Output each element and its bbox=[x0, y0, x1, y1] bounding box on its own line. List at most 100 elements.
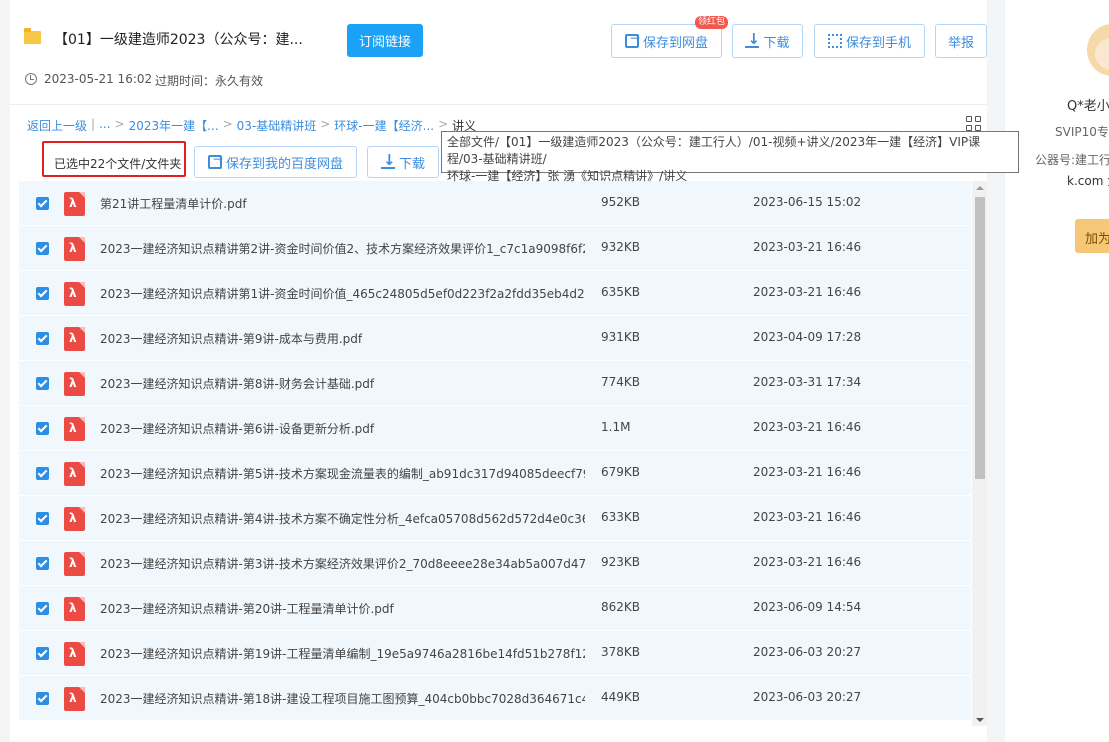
file-checkbox[interactable] bbox=[36, 692, 49, 705]
file-size: 931KB bbox=[601, 330, 641, 344]
file-row[interactable]: 2023一建经济知识点精讲-第9讲-成本与费用.pdf 931KB 2023-04-… bbox=[19, 316, 971, 361]
file-size: 923KB bbox=[601, 555, 641, 569]
file-checkbox[interactable] bbox=[36, 197, 49, 210]
file-name[interactable]: 2023一建经济知识点精讲-第6讲-设备更新分析.pdf bbox=[100, 420, 585, 437]
save-to-cloud-button[interactable]: 保存到网盘 bbox=[611, 24, 722, 58]
user-info-line: 公器号:建工行 bbox=[1035, 153, 1109, 167]
file-size: 774KB bbox=[601, 375, 641, 389]
file-date: 2023-03-21 16:46 bbox=[753, 465, 862, 479]
file-name[interactable]: 2023一建经济知识点精讲-第5讲-技术方案现金流量表的编制_ab91dc317… bbox=[100, 465, 585, 482]
file-row[interactable]: 2023一建经济知识点精讲-第20讲-工程量清单计价.pdf 862KB 2023-… bbox=[19, 586, 971, 631]
file-row[interactable]: 2023一建经济知识点精讲-第6讲-设备更新分析.pdf 1.1M 2023-03-… bbox=[19, 406, 971, 451]
breadcrumb-item-year[interactable]: 2023年一建【... bbox=[129, 117, 219, 134]
pdf-file-icon bbox=[64, 192, 85, 216]
subscribe-link-label: 订阅链接 bbox=[358, 35, 411, 50]
share-panel: 【01】一级建造师2023（公众号：建... 订阅链接 保存到网盘 领红包 下载… bbox=[10, 0, 987, 742]
file-name[interactable]: 2023一建经济知识点精讲第2讲-资金时间价值2、技术方案经济效果评价1_c7c… bbox=[100, 240, 585, 257]
share-date: 2023-05-21 16:02 bbox=[44, 72, 153, 86]
pdf-file-icon bbox=[64, 372, 85, 396]
file-row[interactable]: 2023一建经济知识点精讲-第3讲-技术方案经济效果评价2_70d8eeee28… bbox=[19, 541, 971, 586]
file-size: 633KB bbox=[601, 510, 641, 524]
download-label: 下载 bbox=[763, 35, 790, 51]
save-to-phone-label: 保存到手机 bbox=[845, 35, 911, 51]
tooltip-line: 全部文件/【01】一级建造师2023（公众号：建工行人）/01-视频+讲义/20… bbox=[447, 135, 981, 166]
breadcrumb-item-class[interactable]: 03-基础精讲班 bbox=[237, 117, 317, 134]
file-date: 2023-04-09 17:28 bbox=[753, 330, 862, 344]
file-row[interactable]: 2023一建经济知识点精讲第1讲-资金时间价值_465c24805d5ef0d2… bbox=[19, 271, 971, 316]
breadcrumb-arrow: > bbox=[114, 117, 125, 131]
file-row[interactable]: 2023一建经济知识点精讲-第5讲-技术方案现金流量表的编制_ab91dc317… bbox=[19, 451, 971, 496]
file-list: 第21讲工程量清单计价.pdf 952KB 2023-06-15 15:02 2023… bbox=[19, 181, 971, 726]
toolbar-download-label: 下载 bbox=[398, 156, 425, 172]
file-row[interactable]: 2023一建经济知识点精讲-第8讲-财务会计基础.pdf 774KB 2023-03… bbox=[19, 361, 971, 406]
file-size: 679KB bbox=[601, 465, 641, 479]
toolbar-download-button[interactable]: 下载 bbox=[367, 146, 439, 178]
save-to-baidu-icon bbox=[207, 152, 223, 169]
red-packet-badge[interactable]: 领红包 bbox=[695, 16, 729, 29]
pdf-file-icon bbox=[64, 597, 85, 621]
file-row[interactable]: 2023一建经济知识点精讲-第18讲-建设工程项目施工图预算_404cb0bbc… bbox=[19, 676, 971, 721]
file-name[interactable]: 2023一建经济知识点精讲-第3讲-技术方案经济效果评价2_70d8eeee28… bbox=[100, 555, 585, 572]
file-name[interactable]: 2023一建经济知识点精讲-第9讲-成本与费用.pdf bbox=[100, 330, 585, 347]
report-label: 举报 bbox=[947, 35, 974, 51]
file-checkbox[interactable] bbox=[36, 377, 49, 390]
file-name[interactable]: 2023一建经济知识点精讲-第20讲-工程量清单计价.pdf bbox=[100, 600, 585, 617]
add-friend-button[interactable]: 加为 bbox=[1075, 219, 1109, 253]
file-size: 449KB bbox=[601, 690, 641, 704]
user-sidebar: Q*老小 SVIP10专 公器号:建工行 k.com 免 加为 bbox=[1005, 0, 1109, 742]
scroll-up-icon[interactable] bbox=[976, 186, 984, 190]
pdf-file-icon bbox=[64, 282, 85, 306]
file-row[interactable]: 第21讲工程量清单计价.pdf 952KB 2023-06-15 15:02 bbox=[19, 181, 971, 226]
vip-level: SVIP10专 bbox=[1055, 125, 1109, 139]
file-name[interactable]: 2023一建经济知识点精讲-第4讲-技术方案不确定性分析_4efca05708d… bbox=[100, 510, 585, 527]
subscribe-link-button[interactable]: 订阅链接 bbox=[347, 24, 423, 57]
download-button[interactable]: 下载 bbox=[732, 24, 803, 58]
pdf-file-icon bbox=[64, 507, 85, 531]
save-to-phone-button[interactable]: 保存到手机 bbox=[814, 24, 925, 58]
file-checkbox[interactable] bbox=[36, 647, 49, 660]
avatar[interactable] bbox=[1087, 24, 1109, 76]
clock-icon bbox=[25, 73, 37, 85]
scroll-down-icon[interactable] bbox=[976, 718, 984, 722]
download-icon bbox=[745, 30, 760, 48]
file-name[interactable]: 2023一建经济知识点精讲-第18讲-建设工程项目施工图预算_404cb0bbc… bbox=[100, 690, 585, 707]
file-name[interactable]: 2023一建经济知识点精讲第1讲-资金时间价值_465c24805d5ef0d2… bbox=[100, 285, 585, 302]
file-checkbox[interactable] bbox=[36, 287, 49, 300]
breadcrumb-item-course[interactable]: 环球-一建【经济... bbox=[334, 117, 434, 134]
file-row[interactable]: 2023一建经济知识点精讲-第4讲-技术方案不确定性分析_4efca05708d… bbox=[19, 496, 971, 541]
file-row[interactable]: 2023一建经济知识点精讲第2讲-资金时间价值2、技术方案经济效果评价1_c7c… bbox=[19, 226, 971, 271]
file-date: 2023-03-21 16:46 bbox=[753, 420, 862, 434]
file-name[interactable]: 2023一建经济知识点精讲-第19讲-工程量清单编制_19e5a9746a281… bbox=[100, 645, 585, 662]
user-info-line: k.com 免 bbox=[1067, 174, 1109, 188]
save-to-baidu-label: 保存到我的百度网盘 bbox=[225, 156, 343, 172]
file-name[interactable]: 第21讲工程量清单计价.pdf bbox=[100, 195, 585, 212]
file-size: 635KB bbox=[601, 285, 641, 299]
report-button[interactable]: 举报 bbox=[935, 24, 987, 58]
grid-view-icon[interactable] bbox=[966, 116, 982, 132]
user-name: Q*老小 bbox=[1067, 99, 1109, 114]
file-date: 2023-06-09 14:54 bbox=[753, 600, 862, 614]
expire-time: 过期时间：永久有效 bbox=[155, 74, 264, 88]
file-date: 2023-06-15 15:02 bbox=[753, 195, 862, 209]
file-checkbox[interactable] bbox=[36, 512, 49, 525]
save-to-cloud-label: 保存到网盘 bbox=[642, 35, 708, 51]
file-checkbox[interactable] bbox=[36, 467, 49, 480]
file-checkbox[interactable] bbox=[36, 602, 49, 615]
file-name[interactable]: 2023一建经济知识点精讲-第8讲-财务会计基础.pdf bbox=[100, 375, 585, 392]
scrollbar-thumb[interactable] bbox=[975, 197, 985, 479]
file-checkbox[interactable] bbox=[36, 557, 49, 570]
file-checkbox[interactable] bbox=[36, 422, 49, 435]
breadcrumb-ellipsis[interactable]: ... bbox=[99, 117, 110, 134]
file-date: 2023-03-21 16:46 bbox=[753, 510, 862, 524]
file-date: 2023-03-21 16:46 bbox=[753, 285, 862, 299]
breadcrumb-arrow: > bbox=[222, 117, 233, 131]
file-date: 2023-03-21 16:46 bbox=[753, 555, 862, 569]
pdf-file-icon bbox=[64, 327, 85, 351]
save-to-baidu-button[interactable]: 保存到我的百度网盘 bbox=[194, 146, 357, 178]
file-checkbox[interactable] bbox=[36, 332, 49, 345]
breadcrumb-back[interactable]: 返回上一级 bbox=[27, 117, 87, 134]
scrollbar[interactable] bbox=[972, 181, 987, 726]
file-date: 2023-06-03 20:27 bbox=[753, 645, 862, 659]
file-checkbox[interactable] bbox=[36, 242, 49, 255]
file-row[interactable]: 2023一建经济知识点精讲-第19讲-工程量清单编制_19e5a9746a281… bbox=[19, 631, 971, 676]
